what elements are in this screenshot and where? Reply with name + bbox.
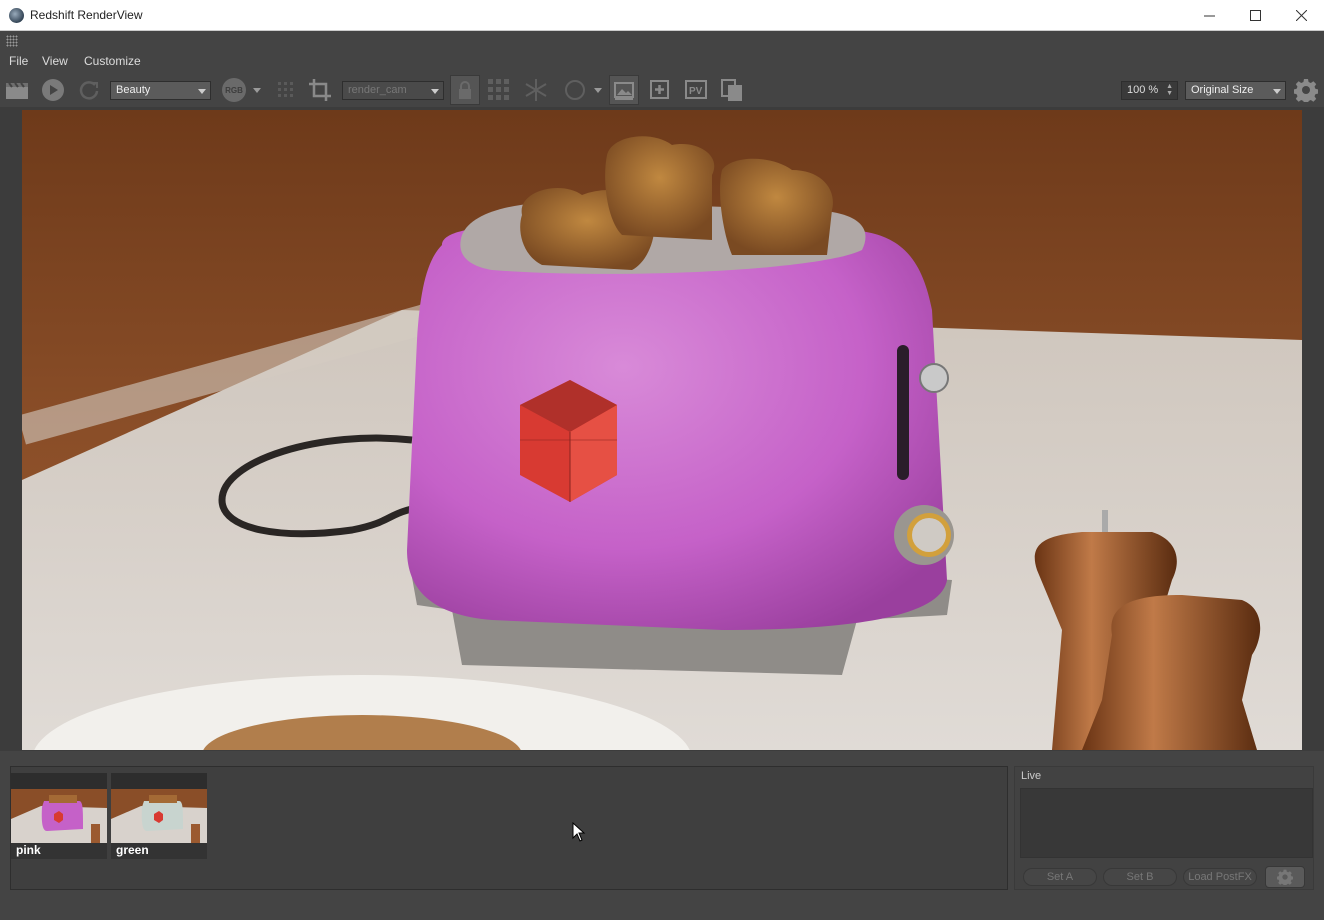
gear-icon [1276,869,1294,887]
maximize-button[interactable] [1232,0,1278,31]
rgb-channel-button[interactable]: RGB [221,77,247,103]
rgb-dropdown[interactable] [249,77,265,103]
lock-icon [459,81,471,99]
add-snapshot-icon[interactable] [647,77,673,103]
circle-icon[interactable] [562,77,588,103]
zoom-value: 100 % [1127,84,1159,96]
chevron-down-icon [198,89,206,94]
copy-icon[interactable] [719,77,745,103]
snapshot-header [11,773,107,789]
bread-slice-2 [605,136,715,240]
maximize-icon [1249,10,1261,21]
clapper-icon[interactable] [4,77,30,103]
bottom-panel: pink green Live Set A Set B Load PostFX [0,751,1324,920]
close-icon [1295,10,1307,21]
grip-handle-icon [6,35,18,47]
set-b-button[interactable]: Set B [1103,868,1177,886]
bucket-grid-icon[interactable] [486,77,512,103]
chevron-down-icon [253,87,261,93]
mouse-cursor-icon [572,822,586,842]
snapshot-thumbnail [111,789,207,843]
refresh-icon[interactable] [76,77,102,103]
chevron-down-icon [1273,89,1281,94]
close-button[interactable] [1278,0,1324,31]
render-image [22,110,1302,750]
menu-customize[interactable]: Customize [84,54,141,68]
snapshot-label: pink [16,843,41,857]
toolbar: Beauty RGB render_cam PV 100 % ▲ ▼ Origi… [0,73,1324,107]
save-image-button[interactable] [609,75,639,105]
snapshot-strip: pink green [10,766,1008,890]
live-panel: Live Set A Set B Load PostFX [1014,766,1314,890]
toolbar-grip[interactable] [0,31,1324,49]
menu-file[interactable]: File [9,54,28,68]
grid-icon[interactable] [273,77,299,103]
snapshot-green[interactable]: green [111,773,207,859]
chevron-down-icon [431,89,439,94]
window-title: Redshift RenderView [30,8,143,22]
size-select-value: Original Size [1191,84,1254,96]
load-postfx-button[interactable]: Load PostFX [1183,868,1257,886]
zoom-spinbox[interactable]: 100 % ▲ ▼ [1121,81,1178,100]
size-select[interactable]: Original Size [1185,81,1286,100]
snapshot-header [111,773,207,789]
freeze-icon[interactable] [523,77,549,103]
snapshot-pink[interactable]: pink [11,773,107,859]
live-settings-button[interactable] [1265,866,1305,888]
menu-bar: File View Customize [0,49,1324,73]
camera-select-value: render_cam [348,84,407,96]
rgb-badge-label: RGB [225,85,243,95]
lock-camera-button[interactable] [450,75,480,105]
svg-text:PV: PV [689,86,703,97]
rgb-channel-icon: RGB [222,78,246,102]
camera-select[interactable]: render_cam [342,81,444,100]
live-preview-box [1020,788,1313,858]
chevron-down-icon [594,87,602,93]
lever-knob [919,363,949,393]
circle-dropdown[interactable] [590,77,606,103]
spin-arrows-icon: ▲ ▼ [1166,83,1173,97]
play-icon[interactable] [40,77,66,103]
lever-slot [897,345,909,480]
snapshot-thumbnail [11,789,107,843]
app-logo-icon [9,8,24,23]
crop-icon[interactable] [307,77,333,103]
pv-icon[interactable]: PV [684,77,710,103]
aov-select-value: Beauty [116,84,151,96]
title-bar: Redshift RenderView [0,0,1324,31]
toaster-body [407,225,947,630]
minimize-icon [1203,15,1215,17]
aov-select[interactable]: Beauty [110,81,211,100]
minimize-button[interactable] [1186,0,1232,31]
set-a-button[interactable]: Set A [1023,868,1097,886]
menu-view[interactable]: View [42,54,68,68]
save-image-icon [614,82,634,100]
snapshot-label: green [116,843,149,857]
live-label: Live [1021,770,1042,782]
gear-icon[interactable] [1293,77,1319,103]
render-viewport[interactable] [0,107,1324,751]
